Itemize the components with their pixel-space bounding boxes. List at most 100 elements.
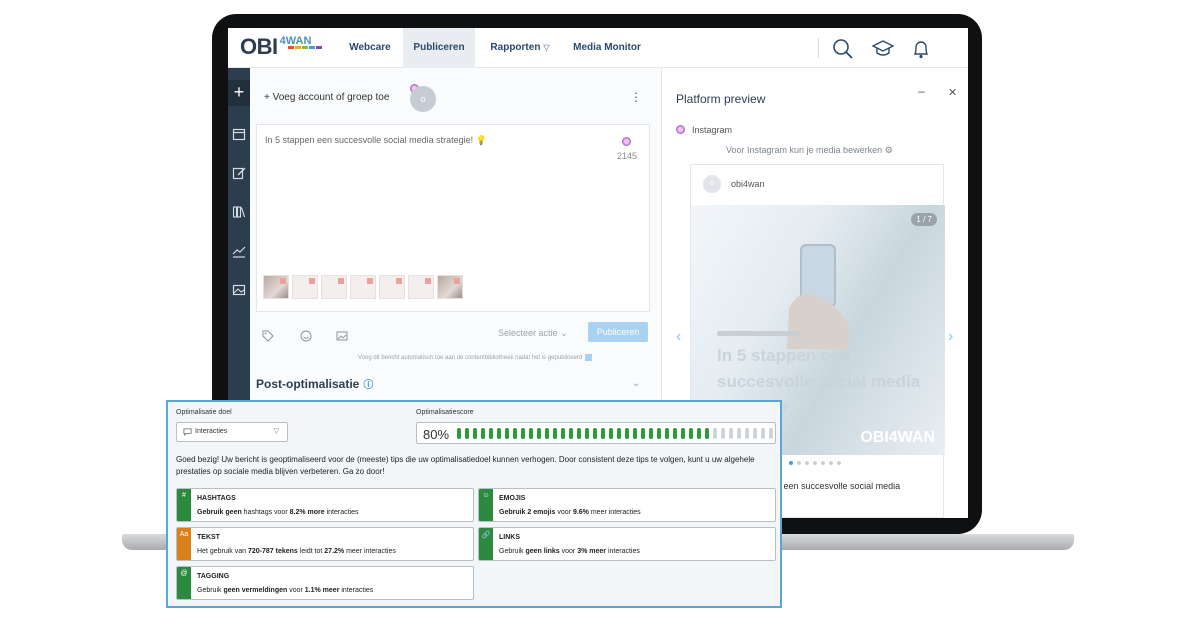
- tip-tekst-icon: Aa: [177, 528, 191, 560]
- nav-webcare-label: Webcare: [349, 42, 391, 53]
- score-tick: [745, 428, 749, 439]
- avatar: o: [703, 175, 721, 193]
- score-tick: [521, 428, 525, 439]
- score-tick: [753, 428, 757, 439]
- score-tick: [673, 428, 677, 439]
- tip-card-tagging[interactable]: @ TAGGING Gebruik geen vermeldingen voor 1…: [176, 566, 474, 600]
- nav-divider: [818, 38, 819, 58]
- tip-title: LINKS: [499, 534, 520, 541]
- carousel-dot[interactable]: [797, 461, 801, 465]
- tip-card-emojis[interactable]: ☺ EMOJIS Gebruik 2 emojis voor 9.6% meer i…: [478, 488, 776, 522]
- tip-description: Gebruik 2 emojis voor 9.6% meer interact…: [499, 509, 641, 516]
- score-tick: [497, 428, 501, 439]
- tip-card-tekst[interactable]: Aa TEKST Het gebruik van 720-787 tekens le…: [176, 527, 474, 561]
- media-thumbnail[interactable]: [350, 275, 376, 299]
- tip-highlight: Gebruik geen: [197, 509, 242, 516]
- tip-description: Gebruik geen vermeldingen voor 1.1% meer…: [197, 587, 373, 594]
- plus-icon[interactable]: +: [228, 80, 250, 106]
- score-meter: 80%: [416, 422, 776, 444]
- carousel-dot[interactable]: [837, 461, 841, 465]
- carousel-dot[interactable]: [805, 461, 809, 465]
- calendar-icon[interactable]: [232, 127, 246, 141]
- tip-highlight: 27.2%: [324, 548, 345, 555]
- chevron-right-icon[interactable]: ›: [948, 328, 953, 346]
- tip-highlight: geen vermeldingen: [223, 587, 288, 594]
- nav-media-monitor-label: Media Monitor: [573, 42, 641, 53]
- library-icon[interactable]: [232, 205, 246, 219]
- tip-text: meer interacties: [344, 548, 396, 555]
- logo-text: OBI: [240, 34, 278, 59]
- preview-platform[interactable]: Instagram: [692, 125, 732, 135]
- chart-icon[interactable]: [232, 244, 246, 258]
- carousel-dots[interactable]: [789, 461, 841, 465]
- gear-icon[interactable]: ⚙: [885, 145, 893, 155]
- media-thumbnail[interactable]: [379, 275, 405, 299]
- tip-text: voor: [287, 587, 305, 594]
- media-thumbnail[interactable]: [321, 275, 347, 299]
- chevron-left-icon[interactable]: ‹: [676, 328, 681, 346]
- carousel-dot[interactable]: [821, 461, 825, 465]
- nav-rapporten-label: Rapporten: [490, 42, 541, 53]
- more-options-icon[interactable]: ⋮: [630, 90, 642, 104]
- optimisation-message: Goed bezig! Uw bericht is geoptimaliseer…: [176, 455, 755, 476]
- search-icon[interactable]: [832, 38, 854, 60]
- nav-publiceren-label: Publiceren: [413, 42, 465, 53]
- media-thumbnail[interactable]: [437, 275, 463, 299]
- slide-counter: 1 / 7: [911, 213, 937, 226]
- goal-select[interactable]: Interacties ▽: [176, 422, 288, 442]
- close-icon[interactable]: ✕: [948, 86, 957, 99]
- publish-button[interactable]: Publiceren: [588, 322, 648, 342]
- media-edit-note[interactable]: Voor Instagram kun je media bewerken ⚙: [726, 145, 893, 156]
- score-tick: [545, 428, 549, 439]
- chevron-down-icon[interactable]: ⌄: [632, 378, 640, 389]
- score-tick: [569, 428, 573, 439]
- score-tick: [537, 428, 541, 439]
- carousel-dot[interactable]: [789, 461, 793, 465]
- nav-publiceren[interactable]: Publiceren: [403, 28, 475, 68]
- media-thumbnail[interactable]: [263, 275, 289, 299]
- image-upload-icon[interactable]: [336, 330, 348, 342]
- tip-description: Gebruik geen links voor 3% meer interact…: [499, 548, 640, 555]
- stage: OBI 4WAN Webcare Publiceren Rapporten ▽ M…: [0, 0, 1200, 627]
- add-account-button[interactable]: + Voeg account of groep toe: [264, 92, 389, 103]
- emoji-icon[interactable]: [300, 330, 312, 342]
- score-tick: [737, 428, 741, 439]
- minimize-icon[interactable]: –: [918, 84, 925, 98]
- post-editor[interactable]: In 5 stappen een succesvolle social medi…: [256, 124, 650, 312]
- select-action-dropdown[interactable]: Selecteer actie ⌄: [498, 328, 568, 339]
- nav-media-monitor[interactable]: Media Monitor: [566, 28, 648, 68]
- auto-library-checkbox[interactable]: [585, 354, 593, 361]
- score-tick: [721, 428, 725, 439]
- media-edit-text: Voor Instagram kun je media bewerken: [726, 145, 883, 155]
- score-tick: [561, 428, 565, 439]
- auto-library-option[interactable]: Voeg dit bericht automatisch toe aan de …: [358, 354, 593, 362]
- tip-card-hashtags[interactable]: # HASHTAGS Gebruik geen hashtags voor 8.2%…: [176, 488, 474, 522]
- score-tick: [609, 428, 613, 439]
- info-icon[interactable]: ⓘ: [363, 380, 373, 391]
- tip-hashtags-icon: #: [177, 489, 191, 521]
- bell-icon[interactable]: [910, 38, 932, 60]
- nav-webcare[interactable]: Webcare: [338, 28, 402, 68]
- media-thumbnail[interactable]: [408, 275, 434, 299]
- post-optimisation-heading[interactable]: Post-optimalisatie ⓘ: [256, 376, 373, 391]
- tip-text: Gebruik: [197, 587, 224, 594]
- carousel-dot[interactable]: [813, 461, 817, 465]
- graduation-cap-icon[interactable]: [872, 38, 894, 60]
- tip-text: meer interacties: [588, 509, 641, 516]
- auto-library-label: Voeg dit bericht automatisch toe aan de …: [358, 355, 583, 362]
- tip-card-links[interactable]: 🔗 LINKS Gebruik geen links voor 3% meer in…: [478, 527, 776, 561]
- account-avatar[interactable]: o: [410, 86, 436, 112]
- tag-icon[interactable]: [262, 330, 274, 342]
- headline-rule: [717, 331, 801, 336]
- post-text[interactable]: In 5 stappen een succesvolle social medi…: [265, 135, 487, 146]
- nav-rapporten[interactable]: Rapporten ▽: [480, 28, 560, 68]
- media-thumbnail[interactable]: [292, 275, 318, 299]
- tip-text: Het gebruik van: [197, 548, 248, 555]
- score-tick: [633, 428, 637, 439]
- top-nav: OBI 4WAN Webcare Publiceren Rapporten ▽ M…: [228, 28, 968, 68]
- edit-icon[interactable]: [232, 166, 246, 180]
- score-tick: [601, 428, 605, 439]
- carousel-dot[interactable]: [829, 461, 833, 465]
- image-icon[interactable]: [232, 283, 246, 297]
- chevron-down-icon: ⌄: [560, 328, 568, 338]
